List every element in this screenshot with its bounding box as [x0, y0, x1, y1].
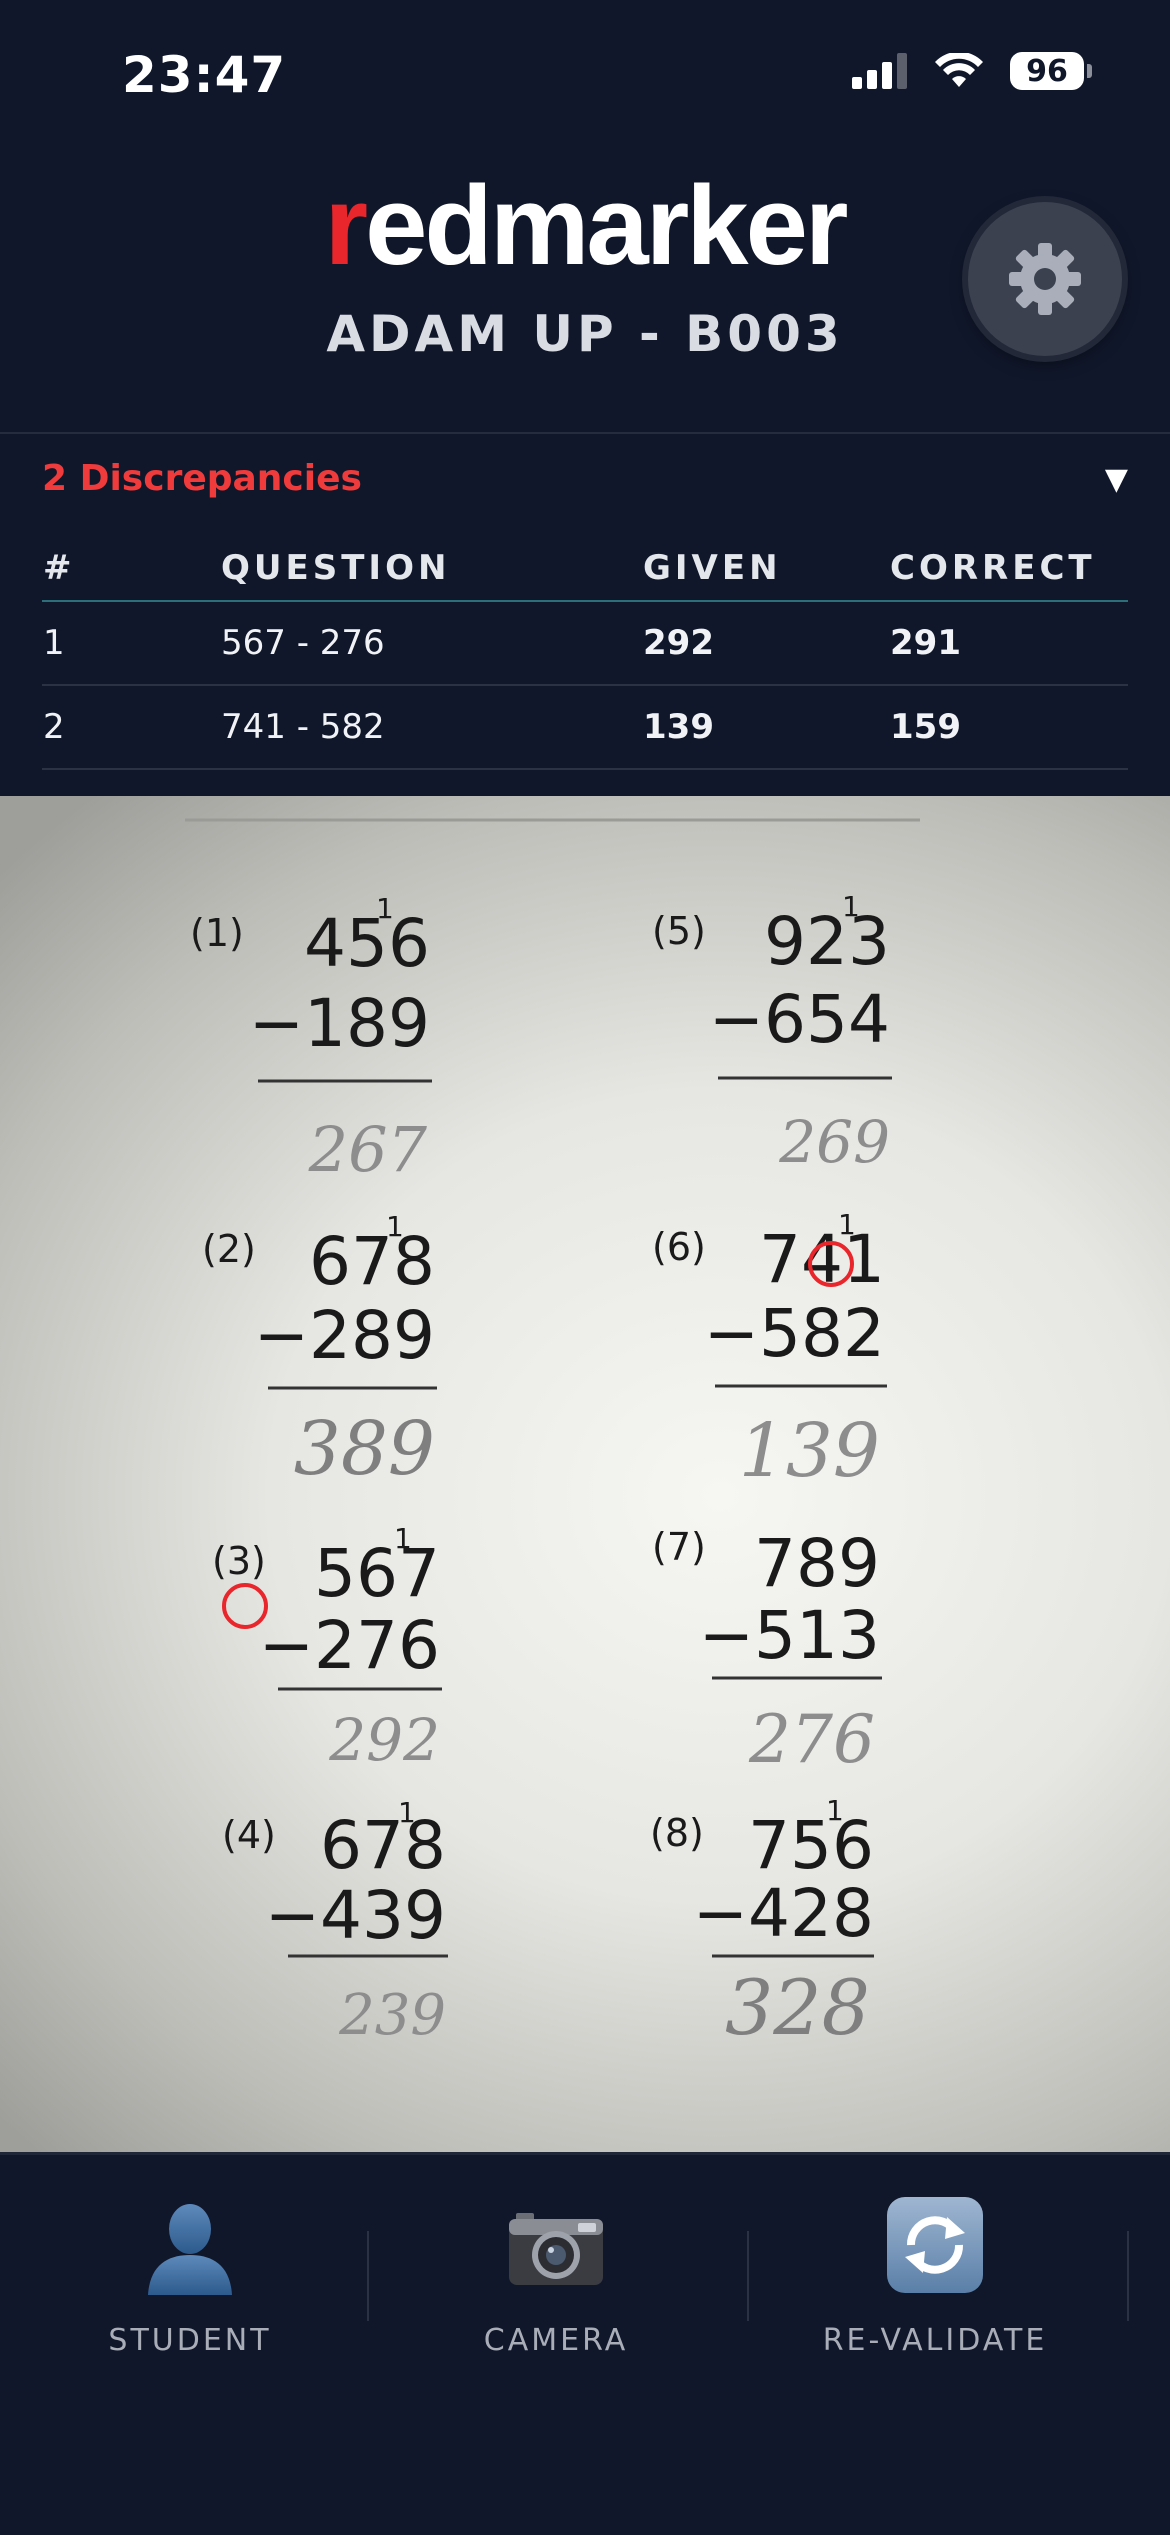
svg-text:328: 328 [725, 1963, 870, 2052]
row-number: 1 [42, 601, 220, 686]
table-row[interactable]: 2 741 - 582 139 159 [42, 685, 1128, 770]
row-given: 292 [642, 601, 889, 686]
svg-text:267: 267 [308, 1113, 428, 1186]
worksheet-problem-1: (1) 1 456 −189 267 [190, 892, 432, 1186]
discrepancies-title[interactable]: 2 Discrepancies [42, 458, 362, 499]
error-marker-problem-3 [222, 1583, 268, 1629]
svg-text:(1): (1) [190, 911, 244, 955]
svg-text:456: 456 [304, 905, 430, 982]
svg-text:(4): (4) [222, 1813, 276, 1857]
settings-button[interactable] [968, 202, 1122, 356]
svg-text:678: 678 [320, 1807, 446, 1884]
svg-text:−439: −439 [265, 1877, 446, 1954]
svg-text:−513: −513 [699, 1597, 880, 1674]
tab-revalidate[interactable]: RE-VALIDATE [745, 2195, 1125, 2375]
row-question: 567 - 276 [220, 601, 642, 686]
header-divider [0, 432, 1170, 434]
svg-text:239: 239 [338, 1983, 446, 2048]
svg-text:789: 789 [754, 1525, 880, 1602]
svg-text:−289: −289 [254, 1297, 435, 1374]
svg-text:(6): (6) [652, 1225, 706, 1269]
battery-level: 96 [1010, 52, 1084, 90]
gear-icon [1009, 243, 1081, 315]
status-icons: 96 [852, 52, 1092, 90]
column-header-correct: CORRECT [889, 536, 1128, 602]
svg-text:−582: −582 [704, 1295, 885, 1372]
svg-text:−654: −654 [709, 981, 890, 1058]
svg-text:−276: −276 [259, 1607, 440, 1684]
worksheet-problem-6: (6) 1 741 −582 139 [652, 1208, 887, 1494]
tab-separator [1127, 2231, 1129, 2321]
svg-text:678: 678 [309, 1223, 435, 1300]
column-header-question: QUESTION [220, 536, 642, 602]
tab-student[interactable]: STUDENT [0, 2195, 380, 2375]
column-header-number: # [42, 536, 220, 602]
cellular-signal-icon [852, 53, 907, 89]
worksheet-problem-7: (7) 789 −513 276 [652, 1525, 882, 1778]
svg-text:269: 269 [778, 1108, 890, 1176]
tab-camera[interactable]: CAMERA [366, 2195, 746, 2375]
row-given: 139 [642, 685, 889, 770]
status-time: 23:47 [122, 46, 287, 104]
worksheet-problem-5: (5) 1 923 −654 269 [652, 890, 892, 1176]
tab-camera-label: CAMERA [483, 2323, 629, 2358]
app-header: redmarker ADAM UP - B003 [0, 150, 1170, 430]
svg-text:−189: −189 [249, 985, 430, 1062]
tab-revalidate-label: RE-VALIDATE [822, 2323, 1048, 2358]
svg-text:389: 389 [294, 1406, 435, 1492]
worksheet-problem-8: (8) 1 756 −428 328 [650, 1794, 874, 2052]
wifi-icon [935, 53, 983, 87]
discrepancies-table: # QUESTION GIVEN CORRECT 1 567 - 276 292… [42, 536, 1128, 770]
svg-text:292: 292 [328, 1706, 440, 1774]
column-header-given: GIVEN [642, 536, 889, 602]
svg-text:(8): (8) [650, 1811, 704, 1855]
svg-text:(3): (3) [212, 1539, 266, 1583]
svg-text:−428: −428 [693, 1875, 874, 1952]
svg-text:139: 139 [739, 1408, 880, 1494]
worksheet-photo: (1) 1 456 −189 267 (2) 1 678 −289 389 (3… [0, 796, 1170, 2152]
svg-text:(7): (7) [652, 1525, 706, 1569]
row-correct: 291 [889, 601, 1128, 686]
svg-text:567: 567 [314, 1535, 440, 1612]
svg-text:276: 276 [748, 1701, 875, 1778]
camera-icon [509, 2213, 603, 2285]
table-header-row: # QUESTION GIVEN CORRECT [42, 536, 1128, 602]
student-icon [148, 2204, 232, 2295]
worksheet-problem-2: (2) 1 678 −289 389 [202, 1210, 437, 1492]
row-number: 2 [42, 685, 220, 770]
battery-icon: 96 [1010, 52, 1092, 90]
collapse-toggle-icon[interactable]: ▼ [1105, 462, 1128, 497]
svg-text:923: 923 [764, 903, 890, 980]
tab-bar: STUDENT CAMERA RE-VALIDATE [0, 2152, 1170, 2535]
status-bar: 23:47 96 [0, 0, 1170, 150]
svg-text:741: 741 [759, 1221, 885, 1298]
worksheet-problem-3: (3) 1 567 −276 292 [212, 1522, 442, 1774]
row-question: 741 - 582 [220, 685, 642, 770]
refresh-icon [887, 2197, 983, 2293]
worksheet-problem-4: (4) 1 678 −439 239 [222, 1796, 448, 2048]
tab-student-label: STUDENT [108, 2323, 272, 2358]
svg-text:(5): (5) [652, 909, 706, 953]
svg-text:756: 756 [748, 1807, 874, 1884]
row-correct: 159 [889, 685, 1128, 770]
svg-text:(2): (2) [202, 1227, 256, 1271]
table-row[interactable]: 1 567 - 276 292 291 [42, 601, 1128, 686]
